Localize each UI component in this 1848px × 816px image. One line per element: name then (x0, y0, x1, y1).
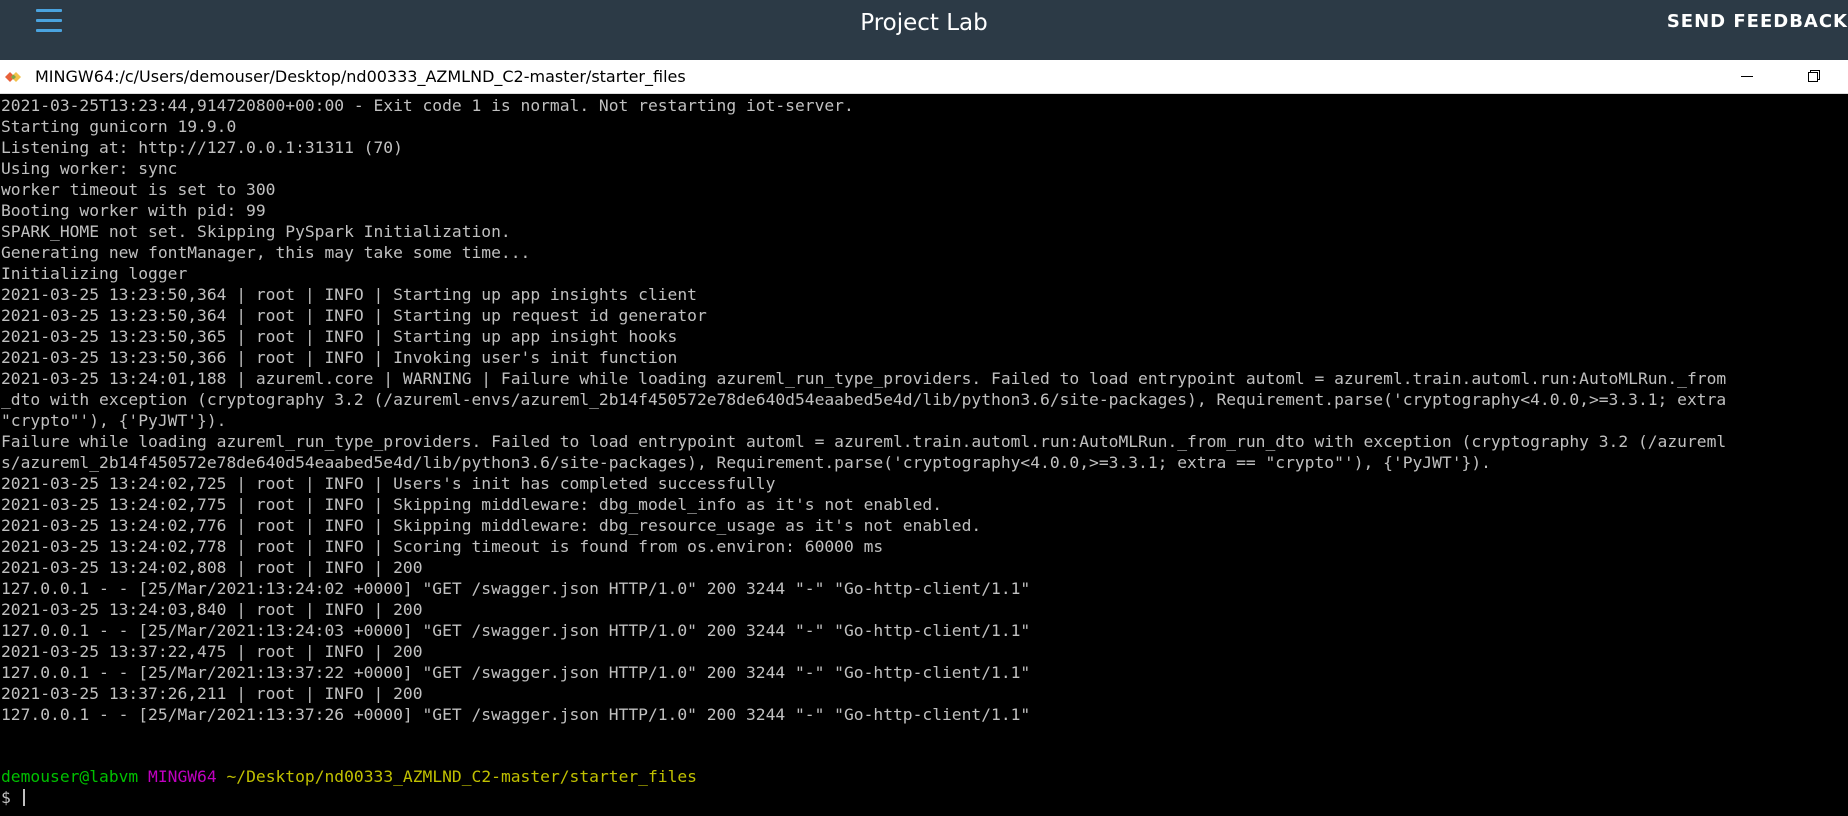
terminal-line: Initializing logger (1, 264, 188, 283)
maximize-icon (1808, 70, 1820, 82)
terminal-line: 127.0.0.1 - - [25/Mar/2021:13:37:26 +000… (1, 705, 1031, 724)
terminal-line: 127.0.0.1 - - [25/Mar/2021:13:24:02 +000… (1, 579, 1031, 598)
prompt-path: ~/Desktop/nd00333_AZMLND_C2-master/start… (226, 767, 697, 786)
terminal-line: Starting gunicorn 19.9.0 (1, 117, 237, 136)
terminal-line: 127.0.0.1 - - [25/Mar/2021:13:37:22 +000… (1, 663, 1031, 682)
terminal-line: Using worker: sync (1, 159, 178, 178)
window-title: MINGW64:/c/Users/demouser/Desktop/nd0033… (35, 67, 686, 86)
minimize-icon (1741, 76, 1753, 77)
terminal-line: 2021-03-25 13:37:26,211 | root | INFO | … (1, 684, 423, 703)
mintty-icon (5, 72, 21, 82)
app-title: Project Lab (860, 10, 988, 36)
terminal-log-lines: 2021-03-25T13:23:44,914720800+00:00 - Ex… (0, 95, 1848, 725)
terminal-line: _dto with exception (cryptography 3.2 (/… (1, 390, 1727, 409)
terminal-line: Booting worker with pid: 99 (1, 201, 266, 220)
terminal-line: Generating new fontManager, this may tak… (1, 243, 531, 262)
terminal-output[interactable]: 2021-03-25T13:23:44,914720800+00:00 - Ex… (0, 95, 1848, 816)
terminal-line: Failure while loading azureml_run_type_p… (1, 432, 1727, 451)
terminal-line: worker timeout is set to 300 (1, 180, 276, 199)
terminal-line: 127.0.0.1 - - [25/Mar/2021:13:24:03 +000… (1, 621, 1031, 640)
terminal-line: 2021-03-25 13:24:02,778 | root | INFO | … (1, 537, 884, 556)
terminal-line: Listening at: http://127.0.0.1:31311 (70… (1, 138, 403, 157)
terminal-line: 2021-03-25 13:24:02,775 | root | INFO | … (1, 495, 943, 514)
terminal-line: 2021-03-25 13:24:02,776 | root | INFO | … (1, 516, 982, 535)
terminal-line: s/azureml_2b14f450572e78de640d54eaabed5e… (1, 453, 1491, 472)
maximize-button[interactable] (1790, 60, 1836, 93)
terminal-line: 2021-03-25 13:24:01,188 | azureml.core |… (1, 369, 1727, 388)
terminal-line: SPARK_HOME not set. Skipping PySpark Ini… (1, 222, 511, 241)
terminal-line: 2021-03-25 13:24:02,808 | root | INFO | … (1, 558, 423, 577)
terminal-line: 2021-03-25T13:23:44,914720800+00:00 - Ex… (1, 96, 854, 115)
prompt-shell: MINGW64 (148, 767, 217, 786)
terminal-line: 2021-03-25 13:23:50,365 | root | INFO | … (1, 327, 678, 346)
terminal-line: 2021-03-25 13:37:22,475 | root | INFO | … (1, 642, 423, 661)
terminal-line: "crypto"'), {'PyJWT'}). (1, 411, 227, 430)
terminal-line: 2021-03-25 13:23:50,364 | root | INFO | … (1, 285, 697, 304)
send-feedback-button[interactable]: SEND FEEDBACK (1667, 0, 1848, 44)
command-input-line[interactable]: $ (1, 787, 25, 808)
prompt-symbol: $ (1, 788, 11, 807)
minimize-button[interactable] (1724, 60, 1770, 93)
terminal-line: 2021-03-25 13:24:02,725 | root | INFO | … (1, 474, 776, 493)
top-app-bar: Project Lab SEND FEEDBACK (0, 0, 1848, 60)
terminal-line: 2021-03-25 13:23:50,366 | root | INFO | … (1, 348, 678, 367)
shell-prompt: demouser@labvm MINGW64 ~/Desktop/nd00333… (1, 766, 697, 787)
text-cursor (22, 789, 25, 806)
prompt-user-host: demouser@labvm (1, 767, 139, 786)
terminal-line: 2021-03-25 13:23:50,364 | root | INFO | … (1, 306, 707, 325)
terminal-line: 2021-03-25 13:24:03,840 | root | INFO | … (1, 600, 423, 619)
terminal-title-bar: MINGW64:/c/Users/demouser/Desktop/nd0033… (0, 60, 1848, 94)
hamburger-menu-icon[interactable] (36, 9, 62, 35)
